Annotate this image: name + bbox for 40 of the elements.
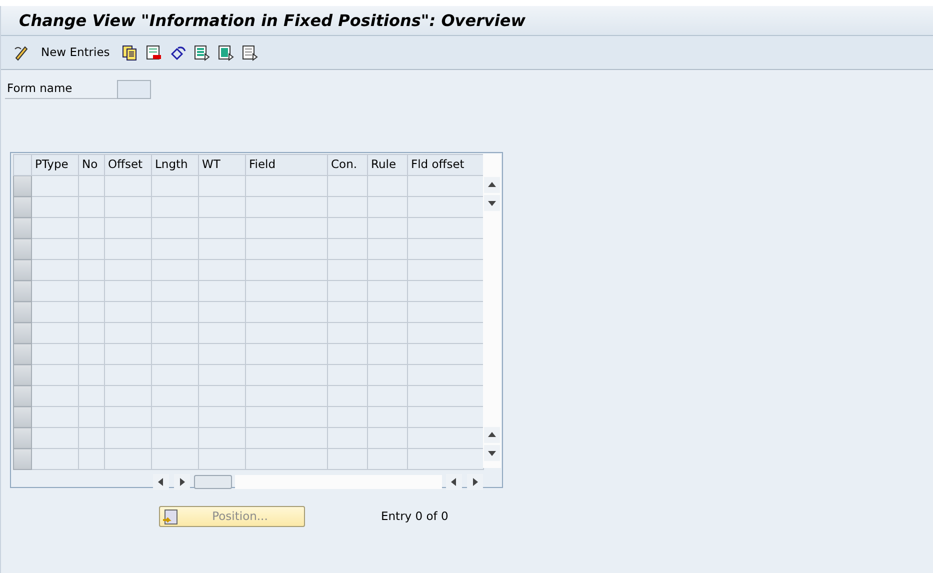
form-name-field[interactable] xyxy=(117,80,151,99)
row-selector-button[interactable] xyxy=(14,218,32,238)
select-block-icon[interactable] xyxy=(216,44,234,61)
pencil-icon[interactable] xyxy=(13,44,30,61)
row-selector-button[interactable] xyxy=(14,196,32,218)
row-selector-button[interactable] xyxy=(14,260,32,280)
scrollbar-thumb[interactable] xyxy=(194,475,232,489)
column-header: WT xyxy=(198,154,246,176)
row-selector-button[interactable] xyxy=(14,238,32,260)
new-entries-button[interactable]: New Entries xyxy=(37,44,114,62)
row-selector-button[interactable] xyxy=(14,428,32,448)
column-header: Fld offset xyxy=(408,154,484,176)
row-selector-button[interactable] xyxy=(14,448,32,470)
copy-icon[interactable] xyxy=(120,44,138,61)
position-icon xyxy=(162,508,178,524)
column-header: Lngth xyxy=(152,154,198,176)
deselect-all-icon[interactable] xyxy=(240,44,258,61)
undo-icon[interactable] xyxy=(168,44,186,61)
row-selector-button[interactable] xyxy=(14,386,32,406)
scroll-down-icon[interactable] xyxy=(484,195,500,211)
row-selector-button[interactable] xyxy=(14,406,32,428)
select-all-icon[interactable] xyxy=(192,44,210,61)
row-selector-button[interactable] xyxy=(14,280,32,302)
row-selector-button[interactable] xyxy=(14,176,32,196)
scroll-up-icon[interactable] xyxy=(484,427,500,443)
row-selector-button[interactable] xyxy=(14,322,32,344)
scroll-up-icon[interactable] xyxy=(484,177,500,193)
column-header: Offset xyxy=(104,154,152,176)
column-header: Con. xyxy=(328,154,368,176)
column-header: Rule xyxy=(368,154,408,176)
row-selector-button[interactable] xyxy=(14,364,32,386)
column-header: No xyxy=(78,154,104,176)
delete-row-icon[interactable] xyxy=(144,44,162,61)
entry-count: Entry 0 of 0 xyxy=(381,508,448,525)
row-selector-button[interactable] xyxy=(14,344,32,364)
scroll-down-icon[interactable] xyxy=(484,445,500,461)
window-title: Change View "Information in Fixed Positions": Overview xyxy=(19,10,526,32)
row-selector-button[interactable] xyxy=(14,302,32,322)
column-header: Field xyxy=(246,154,328,176)
column-header: PType xyxy=(32,154,78,176)
